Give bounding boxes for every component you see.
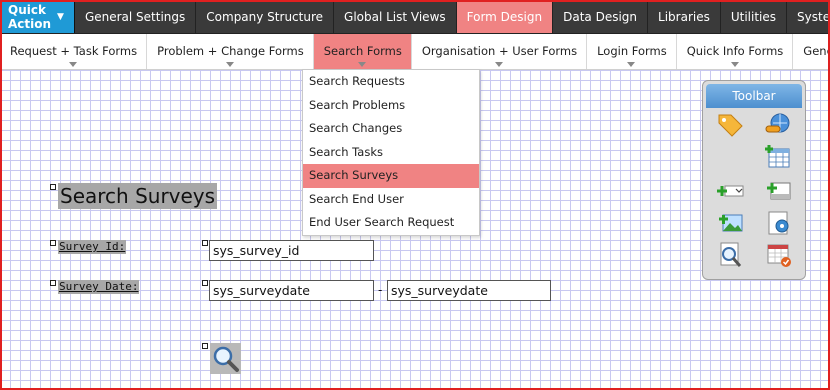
search-button[interactable] <box>210 343 241 374</box>
resize-handle[interactable] <box>50 280 56 286</box>
subnav-general-forms[interactable]: General Fo <box>793 34 830 69</box>
subnav-label: General Fo <box>803 44 830 58</box>
subnav-request-task-forms[interactable]: Request + Task Forms <box>0 34 148 69</box>
subnav-label: Problem + Change Forms <box>157 44 304 58</box>
form-title[interactable]: Search Surveys <box>58 183 218 209</box>
subnav-label: Login Forms <box>597 44 667 58</box>
toolbar-panel: Toolbar <box>702 80 806 280</box>
menu-item-search-surveys[interactable]: Search Surveys <box>303 164 479 188</box>
magnifier-icon <box>213 346 239 372</box>
add-field-icon[interactable] <box>763 177 793 205</box>
nav-libraries[interactable]: Libraries <box>648 0 721 33</box>
menu-item-search-changes[interactable]: Search Changes <box>303 117 479 141</box>
subnav-problem-change-forms[interactable]: Problem + Change Forms <box>147 34 314 69</box>
add-dropdown-icon[interactable] <box>715 177 745 205</box>
nav-general-settings[interactable]: General Settings <box>75 0 197 33</box>
survey-date-from-field[interactable]: sys_surveydate <box>209 280 374 301</box>
chevron-down-icon <box>494 62 503 67</box>
chevron-down-icon: ▼ <box>57 11 64 22</box>
nav-system[interactable]: System S <box>787 0 830 33</box>
subnav-label: Search Forms <box>323 44 402 58</box>
sub-navigation: Request + Task Forms Problem + Change Fo… <box>0 34 830 70</box>
subnav-label: Organisation + User Forms <box>421 44 578 58</box>
menu-item-search-requests[interactable]: Search Requests <box>303 70 479 94</box>
survey-id-field[interactable]: sys_survey_id <box>209 240 374 261</box>
subnav-label: Quick Info Forms <box>686 44 784 58</box>
top-navigation: Quick Action ▼ General Settings Company … <box>0 0 830 34</box>
toolbar-title: Toolbar <box>706 84 802 108</box>
chevron-down-icon <box>225 62 234 67</box>
nav-form-design[interactable]: Form Design <box>456 0 554 33</box>
subnav-label: Request + Task Forms <box>10 44 138 58</box>
subnav-quick-info-forms[interactable]: Quick Info Forms <box>677 34 794 69</box>
chevron-down-icon <box>627 62 636 67</box>
survey-id-label[interactable]: Survey Id: <box>58 240 127 254</box>
subnav-search-forms[interactable]: Search Forms <box>313 34 412 69</box>
link-globe-icon[interactable] <box>763 111 793 139</box>
chevron-down-icon <box>69 62 78 67</box>
settings-icon[interactable] <box>763 209 793 237</box>
menu-item-search-problems[interactable]: Search Problems <box>303 94 479 118</box>
nav-company-structure[interactable]: Company Structure <box>196 0 335 33</box>
tag-icon[interactable] <box>715 111 745 139</box>
resize-handle[interactable] <box>202 280 208 286</box>
menu-item-search-end-user[interactable]: Search End User <box>303 188 479 212</box>
chevron-down-icon <box>358 62 367 67</box>
nav-utilities[interactable]: Utilities <box>721 0 788 33</box>
resize-handle[interactable] <box>50 240 56 246</box>
search-forms-dropdown: Search Requests Search Problems Search C… <box>302 69 480 236</box>
resize-handle[interactable] <box>202 240 208 246</box>
quick-action-button[interactable]: Quick Action ▼ <box>0 0 75 33</box>
chevron-down-icon <box>730 62 739 67</box>
survey-date-label[interactable]: Survey Date: <box>58 280 140 294</box>
resize-handle[interactable] <box>50 184 56 190</box>
menu-item-search-tasks[interactable]: Search Tasks <box>303 141 479 165</box>
subnav-login-forms[interactable]: Login Forms <box>587 34 677 69</box>
search-preview-icon[interactable] <box>715 241 745 269</box>
date-range-separator: - <box>378 283 383 297</box>
add-table-icon[interactable] <box>763 143 793 171</box>
quick-action-label: Quick Action <box>8 2 52 31</box>
resize-handle[interactable] <box>202 343 208 349</box>
subnav-organisation-user-forms[interactable]: Organisation + User Forms <box>412 34 588 69</box>
nav-global-list-views[interactable]: Global List Views <box>334 0 457 33</box>
add-image-icon[interactable] <box>715 209 745 237</box>
nav-data-design[interactable]: Data Design <box>553 0 649 33</box>
calendar-check-icon[interactable] <box>763 241 793 269</box>
survey-date-to-field[interactable]: sys_surveydate <box>387 280 551 301</box>
menu-item-end-user-search-request[interactable]: End User Search Request <box>303 211 479 235</box>
